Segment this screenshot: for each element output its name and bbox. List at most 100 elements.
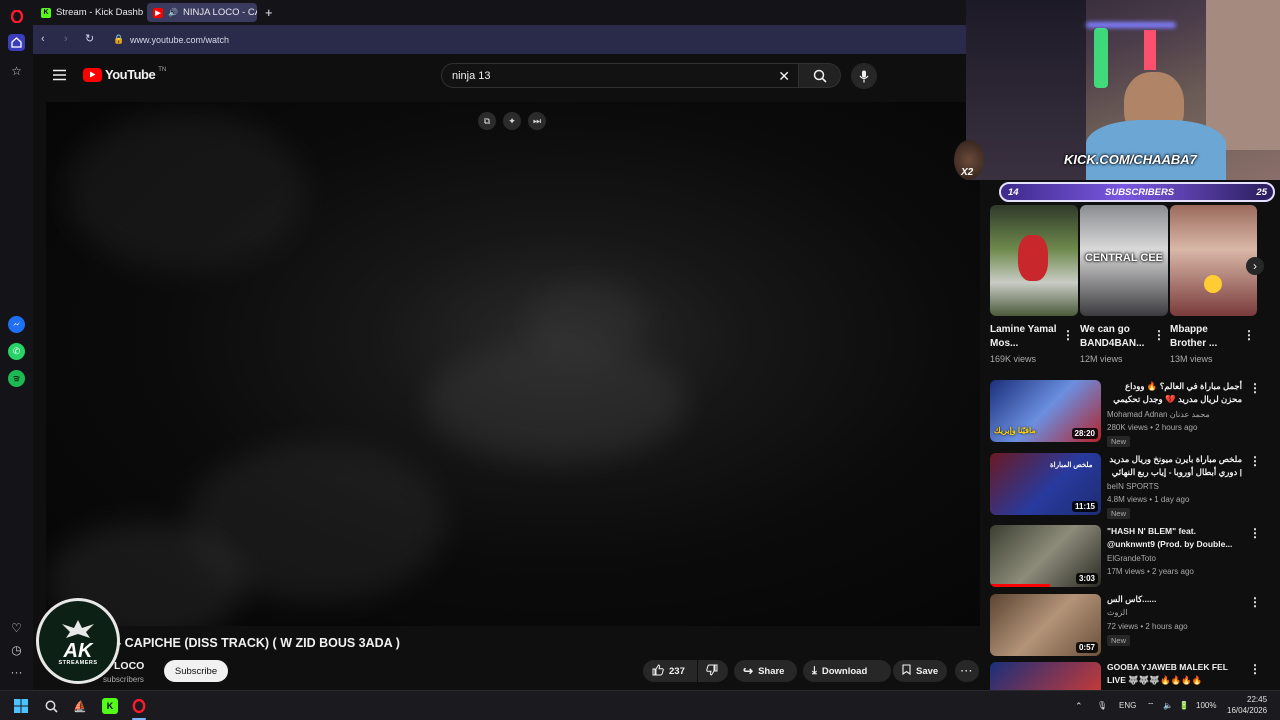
heart-icon[interactable]: ♡ [8, 619, 25, 636]
download-button[interactable]: ⤓ Download [803, 660, 891, 682]
youtube-play-icon [83, 67, 102, 82]
tray-overflow-icon[interactable]: ⌃ [1075, 701, 1083, 712]
youtube-logo[interactable]: YouTube TN [83, 67, 166, 82]
battery-icon[interactable]: 🔋 [1179, 701, 1189, 710]
opera-logo-icon[interactable] [8, 8, 25, 25]
streamer-team-logo: AK STREAMERS [36, 598, 120, 684]
subscriber-goal-bar: 14 SUBSCRIBERS 25 [999, 182, 1275, 202]
more-icon[interactable]: ··· [8, 663, 25, 680]
recommendation-title[interactable]: كاس الس...... [1107, 593, 1242, 606]
eagle-icon [62, 620, 94, 638]
subscribe-button[interactable]: Subscribe [164, 660, 228, 682]
recommendation-channel[interactable]: beIN SPORTS [1107, 482, 1159, 491]
dislike-button[interactable] [698, 660, 728, 682]
miniplayer-icon[interactable]: ⧉ [478, 112, 496, 130]
windows-start-icon[interactable] [13, 698, 29, 714]
recommendation-thumbnail[interactable]: ملخص المباراة 11:15 [990, 453, 1101, 515]
microphone-icon [859, 70, 869, 82]
voice-search-button[interactable] [851, 63, 877, 89]
short-thumbnail[interactable]: CENTRAL CEE [1080, 205, 1168, 316]
share-button[interactable]: ↪ Share [734, 660, 797, 682]
new-tab-button[interactable]: + [261, 3, 279, 22]
tab-youtube-video[interactable]: ▶ 🔊 NINJA LOCO - CAPICHE [147, 3, 257, 22]
short-views: 13M views [1170, 354, 1213, 364]
duration-badge: 11:15 [1071, 501, 1098, 512]
like-button[interactable]: 237 [643, 660, 697, 682]
save-label: Save [916, 665, 939, 677]
ai-sparkle-icon[interactable]: ✦ [503, 112, 521, 130]
channel-name[interactable]: LOCO [114, 660, 144, 672]
duration-badge: 28:20 [1071, 428, 1098, 439]
recommendation-menu-icon[interactable]: ⋮ [1249, 662, 1261, 676]
new-tab-label: + [265, 5, 273, 20]
short-thumbnail[interactable] [1170, 205, 1257, 316]
bookmark-icon [902, 664, 911, 678]
shorts-next-arrow-icon[interactable]: › [1246, 257, 1264, 275]
wifi-icon[interactable]: ⌔ [1147, 701, 1155, 711]
microphone-icon[interactable]: 🎙 [1097, 701, 1107, 710]
webcam-feed: KICK.COM/CHAABA7 [966, 0, 1280, 180]
search-icon[interactable] [43, 698, 59, 714]
recommendation-channel[interactable]: Mohamad Adnan محمد عدنان [1107, 410, 1210, 419]
channel-subscribers: subscribers [103, 675, 144, 684]
clock-time[interactable]: 22:45 [1247, 695, 1267, 704]
watch-progress-bar [990, 584, 1050, 587]
new-badge: New [1107, 436, 1131, 447]
history-icon[interactable]: ◷ [8, 641, 25, 658]
language-indicator[interactable]: ENG [1119, 701, 1136, 710]
recommendation-channel[interactable]: ElGrandeToto [1107, 554, 1156, 563]
short-menu-icon[interactable]: ⋮ [1243, 328, 1255, 342]
forward-icon[interactable]: › [64, 33, 68, 45]
recommendation-title[interactable]: GOOBA YJAWEB MALEK FEL LIVE 🐺🐺🐺🔥🔥🔥🔥 [1107, 661, 1242, 689]
messenger-icon[interactable] [8, 316, 25, 333]
short-menu-icon[interactable]: ⋮ [1153, 328, 1165, 342]
video-player[interactable]: ⧉ ✦ ⏭ [46, 102, 980, 626]
recommendation-title[interactable]: ملخص مباراة بايرن ميونخ وريال مدريد | دو… [1107, 453, 1242, 479]
webcam-light-shape [1094, 28, 1108, 88]
home-icon[interactable] [8, 34, 25, 51]
recommendation-thumbnail[interactable]: 3:03 [990, 525, 1101, 587]
bookmarks-star-icon[interactable]: ☆ [8, 62, 25, 79]
recommendation-menu-icon[interactable]: ⋮ [1249, 454, 1261, 468]
recommendation-title[interactable]: "HASH N' BLEM" feat. @unknwnt9 (Prod. by… [1107, 525, 1242, 551]
short-thumbnail[interactable] [990, 205, 1078, 316]
menu-icon[interactable] [53, 68, 66, 86]
thumbnail-text: ملخص المباراة [1050, 462, 1093, 469]
steam-icon[interactable]: ⛵ [72, 698, 88, 714]
whatsapp-icon[interactable]: ✆ [8, 343, 25, 360]
save-button[interactable]: Save [893, 660, 947, 682]
kick-app-icon[interactable]: K [102, 698, 118, 714]
recommendation-menu-icon[interactable]: ⋮ [1249, 381, 1261, 395]
opera-app-icon[interactable] [131, 698, 147, 714]
recommendation-title[interactable]: أجمل مباراة في العالم؟ 🔥 ووداع محزن لريا… [1107, 380, 1242, 406]
recommendation-channel[interactable]: الزوث [1107, 608, 1127, 617]
emote-multiplier: X2 [961, 167, 974, 178]
short-menu-icon[interactable]: ⋮ [1062, 328, 1074, 342]
back-icon[interactable]: ‹ [41, 33, 45, 45]
recommendation-thumbnail[interactable]: مافيّنا وإبريك 28:20 [990, 380, 1101, 442]
clear-search-icon[interactable]: ✕ [778, 68, 790, 85]
webcam-poster-shape [1144, 30, 1156, 70]
recommendation-meta: 17M views • 2 years ago [1107, 567, 1194, 576]
logo-sub-text: STREAMERS [58, 660, 98, 666]
url-field[interactable]: 🔒 www.youtube.com/watch [105, 29, 960, 50]
volume-icon[interactable]: 🔈 [1163, 701, 1173, 710]
recommendation-menu-icon[interactable]: ⋮ [1249, 595, 1261, 609]
recommendation-thumbnail[interactable] [990, 662, 1101, 690]
short-title[interactable]: We can go BAND4BAN... [1080, 323, 1150, 351]
recommendation-menu-icon[interactable]: ⋮ [1249, 526, 1261, 540]
more-actions-button[interactable]: ··· [955, 660, 979, 682]
skip-next-icon[interactable]: ⏭ [528, 112, 546, 130]
short-title[interactable]: Lamine Yamal Mos... [990, 323, 1060, 351]
battery-level: 100% [1196, 701, 1217, 710]
tab-kick-dashboard[interactable]: K Stream - Kick Dashboard [35, 3, 143, 22]
reload-icon[interactable]: ↻ [85, 32, 94, 45]
search-input[interactable]: ninja 13 ✕ [441, 63, 799, 88]
recommendation-thumbnail[interactable]: 0:57 [990, 594, 1101, 656]
short-title[interactable]: Mbappe Brother ... [1170, 323, 1240, 351]
clock-date[interactable]: 16/04/2026 [1227, 706, 1267, 715]
webcam-person-body [1086, 120, 1226, 180]
search-button[interactable] [799, 63, 841, 88]
spotify-icon[interactable] [8, 370, 25, 387]
subscribe-label: Subscribe [174, 665, 218, 677]
